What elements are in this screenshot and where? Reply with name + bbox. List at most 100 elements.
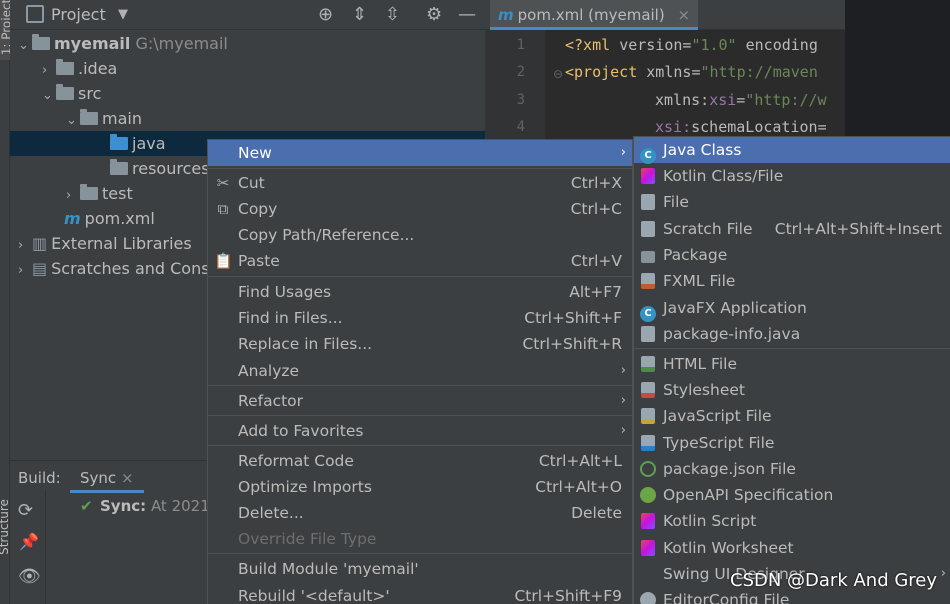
chevron-right-icon: › <box>940 566 946 581</box>
editor-tab-label: pom.xml (myemail) <box>517 6 665 24</box>
resources-folder-icon <box>110 159 128 175</box>
close-icon[interactable]: × <box>121 469 134 487</box>
submenu-item-kotlin-worksheet[interactable]: Kotlin Worksheet <box>634 535 950 561</box>
submenu-item-typescript-file[interactable]: TypeScript File <box>634 430 950 456</box>
minimize-icon[interactable]: — <box>458 0 476 30</box>
menu-item-delete[interactable]: Delete... Delete <box>208 500 632 526</box>
menu-item-copy[interactable]: ⧉ Copy Ctrl+C <box>208 196 632 222</box>
code-token: "1.0" <box>691 36 737 54</box>
chevron-right-icon[interactable]: › <box>66 183 80 208</box>
tab-sync[interactable]: Sync × <box>70 463 144 493</box>
build-toolbar: ⟳ 📌 👁 <box>10 490 46 604</box>
scissors-icon: ✂ <box>216 174 230 192</box>
code-token: xsi <box>709 91 737 109</box>
menu-item-find-in-files[interactable]: Find in Files... Ctrl+Shift+F <box>208 305 632 331</box>
fxml-file-icon <box>641 273 655 289</box>
submenu-item-label: package.json File <box>663 460 796 478</box>
menu-item-analyze[interactable]: Analyze › <box>208 358 632 384</box>
sync-status-bold: Sync: <box>100 497 147 515</box>
submenu-item-file[interactable]: File <box>634 189 950 215</box>
submenu-item-scratch-file[interactable]: Scratch File Ctrl+Alt+Shift+Insert <box>634 216 950 242</box>
menu-item-refactor[interactable]: Refactor › <box>208 388 632 414</box>
menu-item-add-to-favorites[interactable]: Add to Favorites › <box>208 418 632 444</box>
clipboard-icon: 📋 <box>214 252 233 270</box>
tree-item-myemail[interactable]: ⌄ myemail G:\myemail <box>18 31 228 56</box>
menu-item-override-file-type: Override File Type <box>208 526 632 552</box>
locate-icon[interactable]: ⊕ <box>318 0 333 30</box>
line-number: 4 <box>516 119 525 135</box>
chevron-right-icon[interactable]: › <box>42 58 56 83</box>
submenu-item-kotlin-class[interactable]: Kotlin Class/File <box>634 163 950 189</box>
copy-icon: ⧉ <box>217 200 229 218</box>
menu-item-cut[interactable]: ✂ Cut Ctrl+X <box>208 170 632 196</box>
code-token: xmlns <box>646 63 692 81</box>
tree-item-external-libraries[interactable]: › ▥ External Libraries <box>18 231 192 256</box>
chevron-down-icon[interactable]: ⌄ <box>42 83 56 108</box>
tree-item-idea[interactable]: › .idea <box>42 56 117 81</box>
menu-item-rebuild[interactable]: Rebuild '<default>' Ctrl+Shift+F9 <box>208 583 632 604</box>
chevron-down-icon[interactable]: ⌄ <box>66 108 80 133</box>
folder-icon <box>56 84 74 100</box>
tree-item-test[interactable]: › test <box>66 181 133 206</box>
submenu-item-fxml-file[interactable]: FXML File <box>634 268 950 294</box>
chevron-down-icon[interactable]: ▼ <box>118 0 128 30</box>
eye-icon[interactable]: 👁 <box>18 566 41 587</box>
tree-item-src[interactable]: ⌄ src <box>42 81 101 106</box>
submenu-item-javafx-application[interactable]: C JavaFX Application <box>634 295 950 322</box>
menu-item-optimize-imports[interactable]: Optimize Imports Ctrl+Alt+O <box>208 474 632 500</box>
submenu-item-java-class[interactable]: C Java Class <box>634 137 950 164</box>
submenu-item-javascript-file[interactable]: JavaScript File <box>634 403 950 429</box>
code-token: schemaLocation <box>691 118 818 136</box>
module-folder-icon <box>32 34 50 50</box>
menu-item-copy-path[interactable]: Copy Path/Reference... <box>208 222 632 248</box>
menu-item-shortcut: Ctrl+Alt+O <box>535 478 622 496</box>
menu-separator <box>208 415 632 416</box>
editor-tab-pom[interactable]: m pom.xml (myemail) × <box>490 0 699 30</box>
submenu-item-kotlin-script[interactable]: Kotlin Script <box>634 508 950 534</box>
tree-item-label: myemail <box>54 34 131 53</box>
project-panel-title[interactable]: Project <box>51 5 106 24</box>
menu-item-reformat-code[interactable]: Reformat Code Ctrl+Alt+L <box>208 448 632 474</box>
menu-item-label: Replace in Files... <box>238 335 373 353</box>
source-folder-icon <box>110 134 128 150</box>
chevron-right-icon[interactable]: › <box>18 258 32 283</box>
menu-item-new[interactable]: New › <box>208 140 632 166</box>
submenu-item-package[interactable]: Package <box>634 242 950 268</box>
code-token: <?xml <box>565 36 620 54</box>
submenu-item-label: HTML File <box>663 355 737 373</box>
tab-sync-label: Sync <box>80 469 117 487</box>
line-number: 2 <box>516 64 525 80</box>
structure-tool-button[interactable]: Structure <box>0 0 11 604</box>
submenu-item-package-json[interactable]: package.json File <box>634 456 950 482</box>
fold-icon[interactable]: ⊖ <box>553 67 563 81</box>
code-token: xsi: <box>655 118 692 136</box>
submenu-item-shortcut: Ctrl+Alt+Shift+Insert <box>774 220 942 238</box>
refresh-icon[interactable]: ⟳ <box>18 500 33 521</box>
chevron-right-icon[interactable]: › <box>18 233 32 258</box>
chevron-down-icon[interactable]: ⌄ <box>18 33 32 58</box>
submenu-item-label: Kotlin Worksheet <box>663 539 794 557</box>
submenu-item-label: Java Class <box>663 141 742 159</box>
context-menu: New › ✂ Cut Ctrl+X ⧉ Copy Ctrl+C Copy Path/Re… <box>207 139 633 604</box>
close-icon[interactable]: × <box>678 6 691 24</box>
tree-item-pom[interactable]: m pom.xml <box>64 206 155 231</box>
menu-item-paste[interactable]: 📋 Paste Ctrl+V <box>208 248 632 274</box>
pin-icon[interactable]: 📌 <box>19 532 39 551</box>
menu-item-label: Add to Favorites <box>238 422 364 440</box>
expand-all-icon[interactable]: ⇕ <box>352 0 367 30</box>
collapse-all-icon[interactable]: ⇳ <box>385 0 400 30</box>
gear-icon[interactable]: ⚙ <box>426 0 442 30</box>
submenu-item-openapi[interactable]: OpenAPI Specification <box>634 482 950 508</box>
submenu-item-package-info[interactable]: package-info.java <box>634 321 950 347</box>
tree-item-resources[interactable]: resources <box>110 156 210 181</box>
menu-item-build-module[interactable]: Build Module 'myemail' <box>208 556 632 582</box>
menu-item-replace-in-files[interactable]: Replace in Files... Ctrl+Shift+R <box>208 331 632 357</box>
menu-item-label: Copy Path/Reference... <box>238 226 415 244</box>
submenu-item-html-file[interactable]: HTML File <box>634 351 950 377</box>
sync-status-text: At 2021/ <box>150 497 215 515</box>
submenu-item-stylesheet[interactable]: Stylesheet <box>634 377 950 403</box>
menu-item-label: Copy <box>238 200 278 218</box>
menu-separator <box>208 553 632 554</box>
menu-item-find-usages[interactable]: Find Usages Alt+F7 <box>208 279 632 305</box>
tree-item-main[interactable]: ⌄ main <box>66 106 142 131</box>
